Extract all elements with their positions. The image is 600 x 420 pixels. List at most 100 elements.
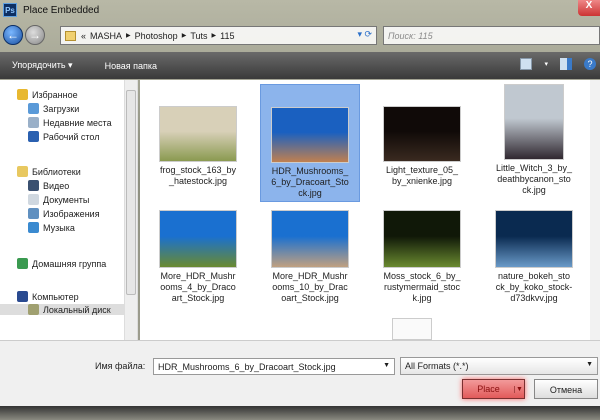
folder-icon: [65, 30, 76, 41]
sidebar-item[interactable]: Изображения: [28, 208, 100, 219]
sidebar-item[interactable]: Документы: [28, 194, 89, 205]
thumbnail-image: [159, 106, 237, 162]
recent-places-icon: [28, 117, 39, 128]
documents-icon: [28, 194, 39, 205]
file-item[interactable]: frog_stock_163_by _hatestock.jpg: [148, 84, 248, 189]
sidebar-item-label: Видео: [43, 180, 70, 191]
file-name: More_HDR_Mushr ooms_10_by_Drac oart_Stoc…: [272, 271, 348, 303]
new-folder-button[interactable]: Новая папка: [105, 61, 157, 71]
sidebar-item[interactable]: Локальный диск: [0, 304, 124, 315]
downloads-icon: [28, 103, 39, 114]
desktop-background: [0, 406, 600, 420]
local-disk-icon: [28, 304, 39, 315]
view-dropdown-icon[interactable]: ▾: [544, 60, 548, 68]
photoshop-icon: Ps: [3, 3, 17, 17]
sidebar-item-label: Локальный диск: [43, 304, 111, 315]
filename-value: HDR_Mushrooms_6_by_Dracoart_Stock.jpg: [158, 362, 336, 372]
star-icon: [17, 89, 28, 100]
sidebar-item[interactable]: Компьютер: [17, 291, 79, 302]
sidebar-item[interactable]: Видео: [28, 180, 69, 191]
format-select[interactable]: All Formats (*.*) ▼: [400, 357, 598, 375]
file-name: Moss_stock_6_by_ rustymermaid_stoc k.jpg: [383, 271, 461, 303]
file-item-partial[interactable]: [392, 318, 432, 340]
thumbnail-image: [271, 210, 349, 268]
sidebar-item[interactable]: Библиотеки: [17, 166, 81, 177]
file-name: frog_stock_163_by _hatestock.jpg: [159, 165, 237, 186]
sidebar-item[interactable]: Загрузки: [28, 103, 79, 114]
sidebar-item-label: Документы: [43, 194, 90, 205]
title-bar: Ps Place Embedded X: [0, 0, 600, 20]
file-name: HDR_Mushrooms_ 6_by_Dracoart_Sto ck.jpg: [271, 166, 349, 198]
cancel-button[interactable]: Отмена: [534, 379, 598, 399]
back-button[interactable]: ←: [3, 25, 23, 45]
navigation: ← →: [3, 25, 45, 45]
refresh-icon[interactable]: ▾ ⟳: [357, 29, 372, 40]
thumbnail-image: [383, 210, 461, 268]
sidebar-item-label: Домашняя группа: [32, 258, 107, 269]
thumbnail-image: [271, 107, 349, 163]
breadcrumb-tuts[interactable]: Tuts: [190, 31, 207, 41]
breadcrumb-photoshop[interactable]: Photoshop: [135, 31, 178, 41]
sidebar-item-label: Избранное: [32, 89, 78, 100]
place-button[interactable]: Place ▼: [462, 379, 525, 399]
sidebar-item[interactable]: Музыка: [28, 222, 75, 233]
sidebar-item[interactable]: Избранное: [17, 89, 78, 100]
sidebar-item-label: Музыка: [43, 222, 75, 233]
sidebar-item-label: Загрузки: [43, 103, 80, 114]
preview-pane-icon[interactable]: [560, 58, 572, 70]
file-item[interactable]: More_HDR_Mushr ooms_10_by_Drac oart_Stoc…: [260, 210, 360, 306]
chevron-down-icon: ▼: [586, 361, 593, 368]
homegroup-icon: [17, 258, 28, 269]
breadcrumb-115[interactable]: 115: [220, 31, 234, 41]
sidebar-item-label: Недавние места: [43, 117, 112, 128]
filename-label: Имя файла:: [95, 361, 146, 371]
file-list: frog_stock_163_by _hatestock.jpg HDR_Mush…: [140, 80, 600, 340]
navigation-pane: Избранное Загрузки Недавние места Рабочий с…: [0, 80, 138, 340]
file-name: nature_bokeh_sto ck_by_koko_stock- d73dk…: [495, 271, 573, 303]
file-name: Light_texture_05_ by_xnienke.jpg: [385, 165, 459, 186]
sidebar-item[interactable]: Домашняя группа: [17, 258, 106, 269]
file-list-scrollbar[interactable]: [590, 80, 600, 340]
file-name: More_HDR_Mushr ooms_4_by_Draco art_Stock…: [160, 271, 236, 303]
file-item[interactable]: Light_texture_05_ by_xnienke.jpg: [372, 84, 472, 189]
filename-input[interactable]: HDR_Mushrooms_6_by_Dracoart_Stock.jpg ▼: [153, 358, 395, 375]
file-item[interactable]: Moss_stock_6_by_ rustymermaid_stoc k.jpg: [372, 210, 472, 306]
toolbar: Упорядочить ▾ Новая папка ▾ ?: [0, 52, 600, 79]
libraries-icon: [17, 166, 28, 177]
close-button[interactable]: X: [578, 0, 600, 16]
format-value: All Formats (*.*): [405, 361, 469, 371]
thumbnail-image: [159, 210, 237, 268]
breadcrumb-overflow[interactable]: «: [81, 31, 86, 41]
sidebar-scrollbar[interactable]: [124, 80, 137, 340]
window-title: Place Embedded: [23, 4, 100, 16]
file-name: Little_Witch_3_by_ deathbycanon_sto ck.j…: [495, 163, 573, 195]
thumbnail-image: [504, 84, 564, 160]
place-dropdown-icon[interactable]: ▼: [514, 385, 524, 393]
video-icon: [28, 180, 39, 191]
sidebar-item-label: Компьютер: [32, 291, 79, 302]
sidebar-item[interactable]: Недавние места: [28, 117, 112, 128]
sidebar-item-label: Изображения: [43, 208, 100, 219]
file-item[interactable]: More_HDR_Mushr ooms_4_by_Draco art_Stock…: [148, 210, 248, 306]
search-input[interactable]: Поиск: 115: [383, 26, 600, 45]
pictures-icon: [28, 208, 39, 219]
breadcrumb-masha[interactable]: MASHA: [90, 31, 122, 41]
sidebar-item-label: Рабочий стол: [43, 131, 100, 142]
thumbnail-image: [495, 210, 573, 268]
forward-button[interactable]: →: [25, 25, 45, 45]
thumbnail-image: [383, 106, 461, 162]
scrollbar-thumb[interactable]: [126, 90, 136, 295]
address-bar[interactable]: « MASHA ▶ Photoshop ▶ Tuts ▶ 115 ▾ ⟳: [60, 26, 377, 45]
computer-icon: [17, 291, 28, 302]
help-icon[interactable]: ?: [584, 58, 596, 70]
sidebar-item[interactable]: Рабочий стол: [28, 131, 100, 142]
chevron-down-icon[interactable]: ▼: [383, 362, 390, 369]
file-item[interactable]: Little_Witch_3_by_ deathbycanon_sto ck.j…: [484, 84, 584, 198]
place-label: Place: [477, 384, 500, 394]
view-options-icon[interactable]: [520, 58, 533, 70]
organize-button[interactable]: Упорядочить ▾: [12, 60, 73, 71]
file-item[interactable]: HDR_Mushrooms_ 6_by_Dracoart_Sto ck.jpg: [260, 84, 360, 202]
file-dialog-footer: Имя файла: HDR_Mushrooms_6_by_Dracoart_S…: [0, 340, 600, 406]
desktop-icon: [28, 131, 39, 142]
file-item[interactable]: nature_bokeh_sto ck_by_koko_stock- d73dk…: [484, 210, 584, 306]
